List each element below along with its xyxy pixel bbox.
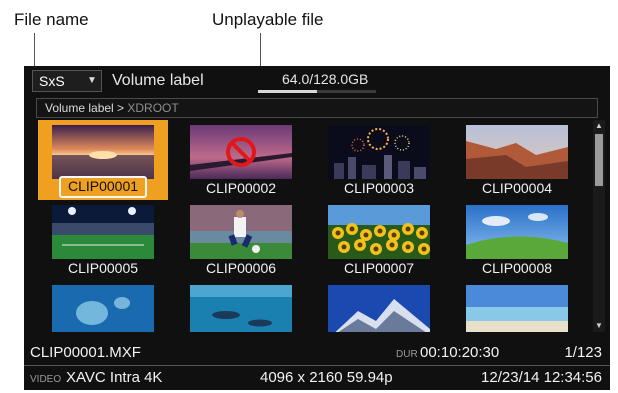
clip-label: CLIP00001	[67, 178, 139, 194]
clip-label: CLIP00008	[481, 260, 553, 276]
clip-label: CLIP00005	[67, 260, 139, 276]
media-select-value: SxS	[39, 73, 65, 89]
video-tag: VIDEO	[30, 374, 62, 385]
capacity-bar	[258, 90, 376, 93]
breadcrumb-current: XDROOT	[127, 101, 179, 115]
breadcrumb: Volume label > XDROOT	[36, 98, 598, 118]
clip-thumbnail-cell[interactable]: CLIP00007	[314, 200, 444, 280]
capacity-text: 64.0/128.0GB	[282, 71, 369, 87]
clip-thumbnail-cell[interactable]: CLIP00004	[452, 120, 582, 200]
scroll-up-arrow-icon[interactable]: ▲	[593, 120, 605, 132]
breadcrumb-parent: Volume label >	[45, 101, 128, 115]
clip-thumbnail-cell[interactable]: CLIP00003	[314, 120, 444, 200]
clip-thumbnail	[328, 205, 430, 259]
top-bar: SxS ▼ Volume label 64.0/128.0GB	[24, 66, 610, 96]
clip-thumbnail	[466, 285, 568, 332]
video-codec: XAVC Intra 4K	[66, 369, 163, 386]
clip-grid: CLIP00001 CLIP00002 CLIP00003 CLIP00004 CLIP…	[38, 120, 590, 332]
clip-label: CLIP00003	[343, 180, 415, 196]
clip-thumbnail	[466, 125, 568, 179]
callout-file-name: File name	[14, 10, 89, 29]
clip-label: CLIP00004	[481, 180, 553, 196]
divider	[24, 365, 610, 366]
recording-datetime: 12/23/14 12:34:56	[481, 369, 602, 386]
duration-tag: DUR	[396, 349, 418, 360]
clip-thumbnail	[328, 285, 430, 332]
clip-thumbnail-cell[interactable]: CLIP00005	[38, 200, 168, 280]
clip-thumbnail-cell[interactable]	[452, 280, 582, 332]
clip-thumbnail	[190, 205, 292, 259]
caret-down-icon: ▼	[87, 75, 97, 86]
scroll-thumb[interactable]	[595, 134, 603, 186]
clip-label: CLIP00006	[205, 260, 277, 276]
capacity-fill	[258, 90, 317, 93]
clip-thumbnail	[466, 205, 568, 259]
clip-thumbnail-cell[interactable]: CLIP00002	[176, 120, 306, 200]
clip-thumbnail-cell[interactable]	[176, 280, 306, 332]
clip-label: CLIP00002	[205, 180, 277, 196]
clip-thumbnail	[52, 205, 154, 259]
media-select[interactable]: SxS ▼	[32, 70, 102, 92]
clip-thumbnail-cell[interactable]	[38, 280, 168, 332]
clip-thumbnail-cell[interactable]: CLIP00006	[176, 200, 306, 280]
clip-thumbnail	[190, 285, 292, 332]
clip-browser-screen: SxS ▼ Volume label 64.0/128.0GB Volume l…	[24, 66, 610, 390]
scrollbar[interactable]: ▲ ▼	[593, 120, 605, 332]
info-file-name: CLIP00001.MXF	[30, 344, 141, 361]
video-format: 4096 x 2160 59.94p	[260, 369, 393, 386]
scroll-down-arrow-icon[interactable]: ▼	[593, 320, 605, 332]
clip-thumbnail	[52, 285, 154, 332]
volume-label: Volume label	[112, 72, 204, 89]
clip-thumbnail-cell[interactable]: CLIP00001	[38, 120, 168, 200]
duration-value: 00:10:20:30	[420, 344, 500, 361]
clip-thumbnail-cell[interactable]	[314, 280, 444, 332]
callout-unplayable-file: Unplayable file	[212, 10, 324, 29]
clip-thumbnail	[190, 125, 292, 179]
clip-count: 1/123	[564, 344, 602, 361]
clip-thumbnail	[328, 125, 430, 179]
clip-thumbnail	[52, 125, 154, 179]
clip-thumbnail-cell[interactable]: CLIP00008	[452, 200, 582, 280]
clip-label: CLIP00007	[343, 260, 415, 276]
